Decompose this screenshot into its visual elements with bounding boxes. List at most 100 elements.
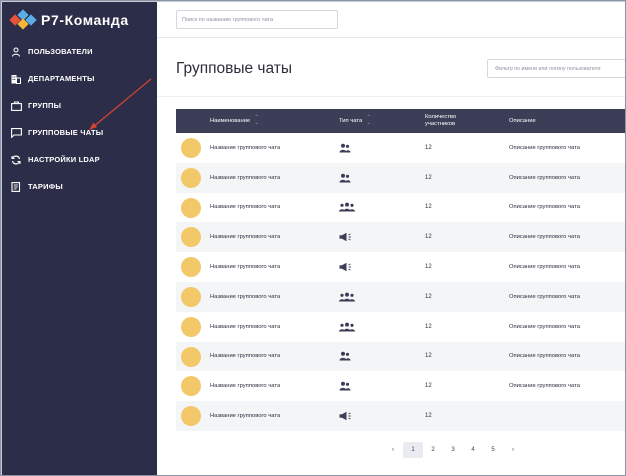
- participant-count: 12: [425, 174, 432, 181]
- chat-name: Название группового чата: [210, 204, 281, 211]
- chat-name: Название группового чата: [210, 174, 281, 181]
- sort-icon[interactable]: ⌃ ⌄: [366, 115, 371, 126]
- column-header-count: Количество участников: [425, 114, 457, 127]
- chat-description: Описание группового чата: [509, 174, 580, 181]
- participant-count: 12: [425, 204, 432, 211]
- sidebar-item-label: ТАРИФЫ: [28, 182, 63, 191]
- search-input[interactable]: Поиск по названию группового чата: [176, 10, 338, 29]
- main-content: Поиск по названию группового чата Группо…: [157, 2, 625, 475]
- chat-description: Описание группового чата: [509, 383, 580, 390]
- table-row[interactable]: Название группового чата 12 Описание групп…: [176, 341, 625, 372]
- chat-name: Название группового чата: [210, 353, 281, 360]
- page-title: Групповые чаты: [176, 60, 293, 77]
- group-small-icon: [339, 163, 351, 193]
- top-bar: Поиск по названию группового чата: [157, 2, 625, 38]
- table-row[interactable]: Название группового чата 12 Описание групп…: [176, 222, 625, 253]
- megaphone-icon: [339, 252, 353, 282]
- chat-name: Название группового чата: [210, 264, 281, 271]
- sidebar-item-departments[interactable]: ДЕПАРТАМЕНТЫ: [2, 65, 157, 92]
- participant-count: 12: [425, 353, 432, 360]
- table-row[interactable]: Название группового чата 12 Описание групп…: [176, 252, 625, 282]
- sidebar-item-label: ПОЛЬЗОВАТЕЛИ: [28, 47, 93, 56]
- document-icon: [10, 181, 22, 193]
- chat-name: Название группового чата: [210, 383, 281, 390]
- group-small-icon: [339, 342, 351, 372]
- participant-count: 12: [425, 234, 432, 241]
- avatar: [181, 376, 201, 397]
- sidebar: Р7-Команда ПОЛЬЗОВАТЕЛИ ДЕПАРТАМЕНТЫ ГРУ…: [2, 2, 157, 475]
- group-small-icon: [339, 133, 351, 163]
- table-body: Название группового чата 12 Описание групп…: [176, 133, 625, 431]
- avatar: [181, 167, 201, 188]
- avatar: [181, 286, 201, 307]
- table-row[interactable]: Название группового чата 12 Описание групп…: [176, 281, 625, 312]
- sidebar-item-label: ГРУППОВЫЕ ЧАТЫ: [28, 128, 104, 137]
- next-page-button[interactable]: ›: [503, 442, 523, 458]
- group-large-icon: [339, 193, 355, 223]
- prev-page-button[interactable]: ‹: [383, 442, 403, 458]
- logo: Р7-Команда: [9, 9, 129, 30]
- participant-count: 12: [425, 383, 432, 390]
- participant-count: 12: [425, 413, 432, 420]
- avatar: [181, 257, 201, 278]
- chat-name: Название группового чата: [210, 323, 281, 330]
- page-button-5[interactable]: 5: [483, 442, 503, 458]
- participant-count: 12: [425, 264, 432, 271]
- chat-name: Название группового чата: [210, 413, 281, 420]
- sidebar-item-groups[interactable]: ГРУППЫ: [2, 92, 157, 119]
- participant-count: 12: [425, 144, 432, 151]
- avatar: [181, 346, 201, 367]
- avatar: [181, 406, 201, 427]
- chat-description: Описание группового чата: [509, 293, 580, 300]
- sidebar-item-label: НАСТРОЙКИ LDAP: [28, 155, 100, 164]
- page-button-4[interactable]: 4: [463, 442, 483, 458]
- megaphone-icon: [339, 401, 353, 431]
- app-window: Р7-Команда ПОЛЬЗОВАТЕЛИ ДЕПАРТАМЕНТЫ ГРУ…: [0, 0, 626, 476]
- table-row[interactable]: Название группового чата 12: [176, 401, 625, 431]
- building-icon: [10, 73, 22, 85]
- table-row[interactable]: Название группового чата 12 Описание групп…: [176, 162, 625, 193]
- divider: [157, 96, 625, 97]
- column-header-description: Описание: [509, 118, 536, 124]
- page-button-2[interactable]: 2: [423, 442, 443, 458]
- participant-count: 12: [425, 323, 432, 330]
- group-small-icon: [339, 371, 351, 401]
- page-button-1[interactable]: 1: [403, 442, 423, 458]
- sidebar-item-group-chats[interactable]: ГРУППОВЫЕ ЧАТЫ: [2, 119, 157, 146]
- chat-description: Описание группового чата: [509, 264, 580, 271]
- table-row[interactable]: Название группового чата 12 Описание групп…: [176, 133, 625, 163]
- user-icon: [10, 46, 22, 58]
- sidebar-item-label: ГРУППЫ: [28, 101, 62, 110]
- chat-description: Описание группового чата: [509, 234, 580, 241]
- column-header-type[interactable]: Тип чата ⌃ ⌄: [339, 109, 371, 133]
- avatar: [181, 138, 201, 158]
- avatar: [181, 227, 201, 248]
- column-header-name[interactable]: Наименование ⌃ ⌄: [210, 109, 259, 133]
- chat-name: Название группового чата: [210, 234, 281, 241]
- table-row[interactable]: Название группового чата 12 Описание групп…: [176, 193, 625, 223]
- pagination: ‹ 1 2 3 4 5 ›: [383, 442, 523, 458]
- sidebar-nav: ПОЛЬЗОВАТЕЛИ ДЕПАРТАМЕНТЫ ГРУППЫ ГРУППОВ…: [2, 38, 157, 200]
- chat-name: Название группового чата: [210, 293, 281, 300]
- app-title: Р7-Команда: [41, 12, 129, 28]
- logo-icon: [9, 9, 37, 30]
- table-row[interactable]: Название группового чата 12 Описание групп…: [176, 312, 625, 342]
- sync-icon: [10, 154, 22, 166]
- page-button-3[interactable]: 3: [443, 442, 463, 458]
- sort-icon[interactable]: ⌃ ⌄: [254, 115, 259, 126]
- sidebar-item-tariffs[interactable]: ТАРИФЫ: [2, 173, 157, 200]
- filter-input[interactable]: Фильтр по имени или логину пользователя: [487, 59, 625, 78]
- briefcase-icon: [10, 100, 22, 112]
- chat-description: Описание группового чата: [509, 323, 580, 330]
- chat-description: Описание группового чата: [509, 353, 580, 360]
- group-large-icon: [339, 282, 355, 312]
- sidebar-item-users[interactable]: ПОЛЬЗОВАТЕЛИ: [2, 38, 157, 65]
- chat-icon: [10, 127, 22, 139]
- megaphone-icon: [339, 222, 353, 252]
- avatar: [181, 197, 201, 218]
- chat-name: Название группового чата: [210, 144, 281, 151]
- sidebar-item-ldap-settings[interactable]: НАСТРОЙКИ LDAP: [2, 146, 157, 173]
- table-row[interactable]: Название группового чата 12 Описание групп…: [176, 371, 625, 401]
- avatar: [181, 316, 201, 337]
- table-header: Наименование ⌃ ⌄ Тип чата ⌃ ⌄ Количество у…: [176, 109, 625, 133]
